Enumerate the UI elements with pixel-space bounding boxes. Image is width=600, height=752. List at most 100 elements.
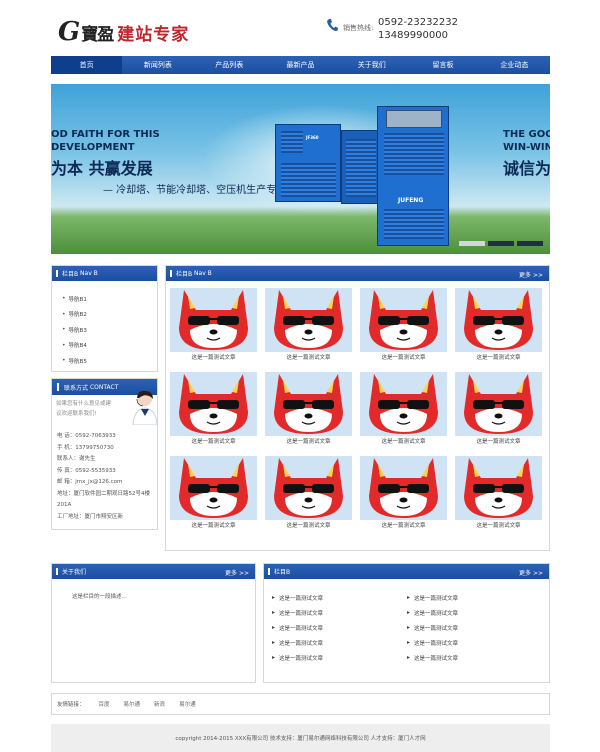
product-card[interactable]: 这是一篇测试文章 — [170, 372, 257, 448]
friend-link[interactable]: 百度 — [99, 700, 110, 708]
product-thumbnail[interactable] — [265, 456, 352, 520]
product-card[interactable]: 这是一篇测试文章 — [265, 288, 352, 364]
product-caption[interactable]: 这是一篇测试文章 — [360, 520, 447, 532]
product-card[interactable]: 这是一篇测试文章 — [455, 288, 542, 364]
article-link[interactable]: ▸ 这是一篇测试文章 — [407, 590, 542, 605]
product-thumbnail[interactable] — [360, 456, 447, 520]
bullet-icon: • — [62, 295, 66, 303]
product-card[interactable]: 这是一篇测试文章 — [170, 456, 257, 532]
slide-dot-1[interactable] — [459, 241, 485, 246]
product-card[interactable]: 这是一篇测试文章 — [455, 372, 542, 448]
about-panel: 关于我们 更多 >> 这是栏目的一段描述... — [51, 563, 256, 683]
logo-letter: G — [58, 17, 81, 47]
contact-panel: 联系方式 CONTACT 如果您有什么意见或建议欢迎联系我们! 电 话：0592… — [51, 378, 158, 530]
article-link[interactable]: ▸ 这是一篇测试文章 — [407, 605, 542, 620]
product-card[interactable]: 这是一篇测试文章 — [360, 372, 447, 448]
banner-slogan-cn-right: 诚信为 — [503, 159, 550, 178]
product-caption[interactable]: 这是一篇测试文章 — [360, 352, 447, 364]
product-card[interactable]: 这是一篇测试文章 — [360, 288, 447, 364]
sidebar-item[interactable]: • 导航B3 — [62, 322, 157, 338]
sidebar-nav: 栏目B Nav B • 导航B1 • 导航B2 • 导航B3 • 导航B4 • 导航B5 — [51, 265, 158, 372]
nav-about[interactable]: 关于我们 — [336, 56, 407, 74]
product-panel-title-en: Nav B — [194, 270, 212, 277]
banner-slogan-en-2: DEVELOPMENT — [51, 142, 135, 153]
bullet-icon: ▸ — [407, 624, 411, 631]
hero-banner[interactable]: OD FAITH FOR THIS DEVELOPMENT 为本 共赢发展 — … — [51, 84, 550, 254]
article-panel: 栏目B 更多 >> ▸ 这是一篇测试文章 ▸ 这是一篇测试文章 ▸ 这是一篇测试文章 … — [263, 563, 550, 683]
product-thumbnail[interactable] — [455, 372, 542, 436]
product-thumbnail[interactable] — [455, 288, 542, 352]
friend-link[interactable]: 易尔通 — [179, 700, 196, 708]
nav-guestbook[interactable]: 留言板 — [407, 56, 478, 74]
air-compressor-image: JUFENG — [377, 106, 449, 246]
more-link[interactable]: 更多 >> — [519, 568, 543, 577]
product-thumbnail[interactable] — [455, 456, 542, 520]
sidebar-title-en: Nav B — [80, 270, 98, 277]
product-caption[interactable]: 这是一篇测试文章 — [170, 352, 257, 364]
more-link[interactable]: 更多 >> — [519, 270, 543, 279]
article-link[interactable]: ▸ 这是一篇测试文章 — [272, 650, 407, 665]
product-thumbnail[interactable] — [170, 456, 257, 520]
friend-link[interactable]: 易尔通 — [124, 700, 141, 708]
article-link[interactable]: ▸ 这是一篇测试文章 — [407, 620, 542, 635]
bullet-icon: • — [62, 326, 66, 334]
article-link[interactable]: ▸ 这是一篇测试文章 — [407, 650, 542, 665]
sidebar-item[interactable]: • 导航B2 — [62, 307, 157, 323]
product-thumbnail[interactable] — [170, 372, 257, 436]
product-card[interactable]: 这是一篇测试文章 — [360, 456, 447, 532]
product-card[interactable]: 这是一篇测试文章 — [170, 288, 257, 364]
product-caption[interactable]: 这是一篇测试文章 — [455, 520, 542, 532]
product-card[interactable]: 这是一篇测试文章 — [265, 456, 352, 532]
contact-mobile: 手 机：13799750730 — [57, 444, 114, 451]
bullet-icon: • — [62, 341, 66, 349]
banner-slogan-en-right-2: WIN-WIN — [503, 142, 550, 153]
bullet-icon: ▸ — [407, 609, 411, 616]
hotline-number: 0592-23232232 — [378, 17, 458, 28]
machine-brand: JUFENG — [398, 197, 424, 204]
sidebar-nav-header: 栏目B Nav B — [52, 266, 157, 281]
product-thumbnail[interactable] — [265, 288, 352, 352]
product-caption[interactable]: 这是一篇测试文章 — [360, 436, 447, 448]
product-caption[interactable]: 这是一篇测试文章 — [455, 436, 542, 448]
product-thumbnail[interactable] — [170, 288, 257, 352]
site-logo[interactable]: G 寶盈 建站专家 — [58, 18, 189, 46]
more-link[interactable]: 更多 >> — [225, 568, 249, 577]
slide-dot-3[interactable] — [517, 241, 543, 246]
slide-dot-2[interactable] — [488, 241, 514, 246]
bullet-icon: ▸ — [272, 654, 276, 661]
product-caption[interactable]: 这是一篇测试文章 — [170, 436, 257, 448]
product-thumbnail[interactable] — [265, 372, 352, 436]
hotline-mobile: 13489990000 — [378, 30, 448, 41]
banner-subtitle: — 冷却塔、节能冷却塔、空压机生产专家 — [103, 185, 287, 196]
product-caption[interactable]: 这是一篇测试文章 — [265, 436, 352, 448]
nav-news[interactable]: 新闻列表 — [122, 56, 193, 74]
nav-home[interactable]: 首页 — [51, 56, 123, 74]
product-caption[interactable]: 这是一篇测试文章 — [265, 352, 352, 364]
nav-company-news[interactable]: 企业动态 — [479, 56, 550, 74]
nav-new-products[interactable]: 最新产品 — [265, 56, 336, 74]
article-link[interactable]: ▸ 这是一篇测试文章 — [272, 620, 407, 635]
contact-intro: 如果您有什么意见或建议欢迎联系我们! — [56, 401, 112, 417]
article-link[interactable]: ▸ 这是一篇测试文章 — [272, 605, 407, 620]
sidebar-item[interactable]: • 导航B5 — [62, 353, 157, 369]
product-thumbnail[interactable] — [360, 372, 447, 436]
sidebar-item[interactable]: • 导航B1 — [62, 291, 157, 307]
product-panel-title: 栏目B — [176, 271, 193, 278]
product-card[interactable]: 这是一篇测试文章 — [265, 372, 352, 448]
product-caption[interactable]: 这是一篇测试文章 — [170, 520, 257, 532]
slide-indicators — [459, 241, 543, 246]
bullet-icon: ▸ — [272, 639, 276, 646]
product-card[interactable]: 这是一篇测试文章 — [455, 456, 542, 532]
friend-links-label: 友情链接： — [57, 702, 85, 708]
nav-products[interactable]: 产品列表 — [194, 56, 265, 74]
friend-links: 友情链接： 百度 易尔通 新浪 易尔通 — [51, 693, 550, 715]
product-caption[interactable]: 这是一篇测试文章 — [455, 352, 542, 364]
product-thumbnail[interactable] — [360, 288, 447, 352]
article-link[interactable]: ▸ 这是一篇测试文章 — [272, 635, 407, 650]
sidebar-item[interactable]: • 导航B4 — [62, 338, 157, 354]
bullet-icon: • — [62, 357, 66, 365]
product-caption[interactable]: 这是一篇测试文章 — [265, 520, 352, 532]
article-link[interactable]: ▸ 这是一篇测试文章 — [407, 635, 542, 650]
article-link[interactable]: ▸ 这是一篇测试文章 — [272, 590, 407, 605]
friend-link[interactable]: 新浪 — [154, 700, 165, 708]
